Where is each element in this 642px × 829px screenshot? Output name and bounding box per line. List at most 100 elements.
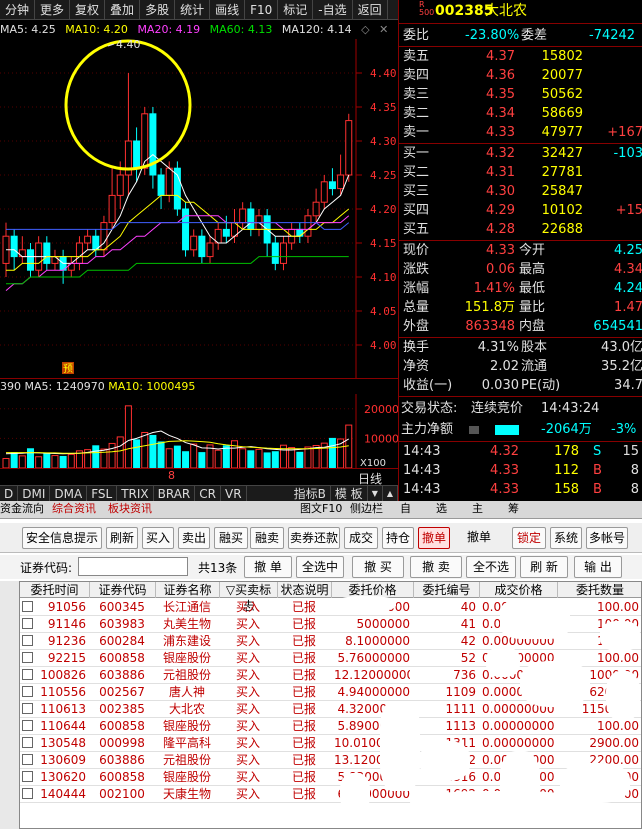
kline-chart[interactable]: 4.40 4.35 4.30 4.25 4.20 4.15 4.10 4.05 4.00 4.40… <box>0 38 398 379</box>
row-checkbox[interactable] <box>22 703 33 714</box>
trade-button-7[interactable]: 成交 <box>344 527 378 549</box>
vol-bar-35 <box>288 447 296 469</box>
indicator-button-0[interactable]: 指标B <box>290 486 331 501</box>
indicator-tab-dma[interactable]: DMA <box>50 486 88 501</box>
row-checkbox[interactable] <box>22 618 33 629</box>
filter-button-1[interactable]: 全选中 <box>296 556 344 578</box>
toolbar-item-9[interactable]: -自选 <box>313 0 353 20</box>
right-tab-0[interactable]: 图文F10 <box>300 501 342 517</box>
indicator-tab-fsl[interactable]: FSL <box>87 486 118 501</box>
column-header-3[interactable]: ▽买卖标志 <box>220 582 278 613</box>
trade-button-1[interactable]: 刷新 <box>106 527 138 549</box>
column-header-6[interactable]: 委托编号 <box>414 582 480 598</box>
right-tab-3[interactable]: 选 <box>436 501 447 517</box>
indicator-button-1[interactable]: 模 板 <box>331 486 368 501</box>
stat2-row-1: 净资 2.02 流通 35.2亿 <box>399 358 642 376</box>
table-row[interactable]: 130548000998隆平高科买入已报10.0100000013110.000… <box>20 735 641 752</box>
column-header-2[interactable]: 证券名称 <box>156 582 220 598</box>
right-tab-2[interactable]: 自 <box>400 501 411 517</box>
trade-button-5[interactable]: 融卖 <box>250 527 284 549</box>
trade-button-4[interactable]: 融买 <box>214 527 248 549</box>
right-tab-4[interactable]: 主 <box>472 501 483 517</box>
arrow-up-icon[interactable]: ▲ <box>383 486 398 501</box>
bottom-tab-1[interactable]: 综合资讯 <box>52 501 96 517</box>
candle-body-41 <box>337 174 345 190</box>
trade-button-6[interactable]: 卖券还款 <box>288 527 340 549</box>
list-icon[interactable] <box>469 426 479 434</box>
indicator-tab-dmi[interactable]: DMI <box>18 486 51 501</box>
column-header-1[interactable]: 证券代码 <box>90 582 156 598</box>
row-checkbox[interactable] <box>22 652 33 663</box>
indicator-tab-vr[interactable]: VR <box>221 486 247 501</box>
close-icon[interactable]: ✕ <box>379 23 388 36</box>
indicator-tab-brar[interactable]: BRAR <box>154 486 196 501</box>
toolbar-item-1[interactable]: 更多 <box>35 0 71 20</box>
volume-chart[interactable]: 20000 10000 X100 <box>0 394 399 469</box>
filter-button-3[interactable]: 撤 卖 <box>410 556 462 578</box>
row-checkbox[interactable] <box>22 720 33 731</box>
row-checkbox[interactable] <box>22 771 33 782</box>
trade-button-8[interactable]: 持仓 <box>382 527 414 549</box>
toolbar-item-10[interactable]: 返回 <box>353 0 388 20</box>
bid-label: 买一 <box>403 146 430 161</box>
trade-button-12[interactable]: 系统 <box>550 527 582 549</box>
right-tab-1[interactable]: 侧边栏 <box>350 501 383 517</box>
trade-button-9[interactable]: 撤单 <box>418 527 450 549</box>
toolbar-item-7[interactable]: F10 <box>245 0 279 20</box>
trade-button-11[interactable]: 锁定 <box>512 527 546 549</box>
code-input[interactable] <box>78 557 188 576</box>
bid-volume: 32427 <box>541 146 583 161</box>
indicator-tab-cr[interactable]: CR <box>195 486 221 501</box>
column-header-0[interactable]: 委托时间 <box>20 582 90 598</box>
table-row[interactable]: 130620600858银座股份买入已报5.8300000013160.0000… <box>20 769 641 786</box>
filter-button-5[interactable]: 刷 新 <box>520 556 568 578</box>
candle-body-8 <box>67 262 75 271</box>
toolbar-item-6[interactable]: 画线 <box>210 0 246 20</box>
row-checkbox[interactable] <box>22 686 33 697</box>
row-checkbox[interactable] <box>22 669 33 680</box>
toolbar-item-3[interactable]: 叠加 <box>105 0 141 20</box>
row-checkbox[interactable] <box>22 635 33 646</box>
bottom-tab-0[interactable]: 资金流向 <box>0 501 44 517</box>
trade-button-2[interactable]: 买入 <box>142 527 174 549</box>
toolbar-item-2[interactable]: 复权 <box>70 0 106 20</box>
column-header-8[interactable]: 委托数量 <box>558 582 641 598</box>
row-checkbox[interactable] <box>22 601 33 612</box>
trade-button-10[interactable]: 撤单 <box>456 527 502 549</box>
trade-button-3[interactable]: 卖出 <box>178 527 210 549</box>
row-checkbox[interactable] <box>22 754 33 765</box>
toolbar-item-0[interactable]: 分钟 <box>0 0 36 20</box>
toolbar-item-4[interactable]: 多股 <box>140 0 176 20</box>
trade-button-13[interactable]: 多帐号 <box>586 527 628 549</box>
right-tab-5[interactable]: 筹 <box>508 501 519 517</box>
ytick-label-4: 4.20 <box>370 203 397 216</box>
filter-button-0[interactable]: 撤 单 <box>244 556 292 578</box>
stat-value-2: 4.34 <box>614 262 642 277</box>
column-header-7[interactable]: 成交价格 <box>480 582 558 598</box>
row-checkbox[interactable] <box>22 788 33 799</box>
column-header-4[interactable]: 状态说明 <box>278 582 332 598</box>
cell-side: 买入 <box>235 685 260 699</box>
filter-button-4[interactable]: 全不选 <box>466 556 516 578</box>
table-row[interactable]: 130609603886元祖股份买入已报13.1200000013120.000… <box>20 752 641 769</box>
candle-body-23 <box>190 235 198 251</box>
bottom-tab-2[interactable]: 板块资讯 <box>108 501 152 517</box>
stat-label: 外盘 <box>403 319 430 334</box>
table-row[interactable]: 110644 600858 银座股份 买入 已报 5.89000000 1113 0.0000… <box>20 718 641 735</box>
cell-status: 已报 <box>291 634 316 648</box>
max-price-label: 4.40 <box>116 39 141 51</box>
row-checkbox[interactable] <box>22 737 33 748</box>
filter-button-2[interactable]: 撤 买 <box>352 556 404 578</box>
indicator-tab-d[interactable]: D <box>0 486 19 501</box>
trade-button-0[interactable]: 安全信息提示 <box>22 527 102 549</box>
diamond-icon[interactable]: ◇ <box>361 23 369 36</box>
cell-code: 000998 <box>99 736 145 750</box>
indicator-tab-trix[interactable]: TRIX <box>117 486 154 501</box>
cell-no: 1109 <box>445 685 476 699</box>
filter-button-6[interactable]: 输 出 <box>574 556 622 578</box>
toolbar-item-5[interactable]: 统计 <box>175 0 211 20</box>
bid-row-3: 买三 4.30 25847 <box>399 183 642 201</box>
toolbar-item-8[interactable]: 标记 <box>278 0 314 20</box>
candle-body-42 <box>345 120 353 176</box>
arrow-down-icon[interactable]: ▼ <box>368 486 383 501</box>
